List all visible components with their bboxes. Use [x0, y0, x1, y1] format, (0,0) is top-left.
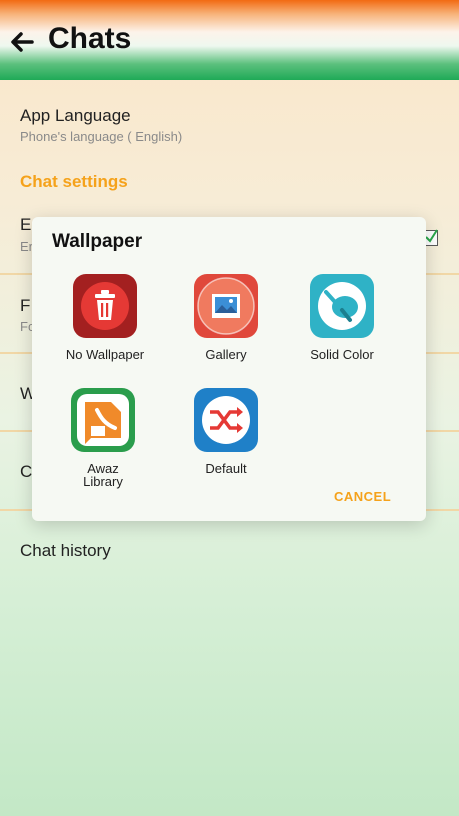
section-chat-settings: Chat settings	[20, 172, 128, 191]
back-arrow-icon[interactable]	[8, 28, 36, 56]
option-label: No Wallpaper	[65, 347, 145, 362]
cancel-button[interactable]: CANCEL	[334, 489, 391, 504]
shuffle-icon	[194, 388, 258, 452]
row-e-title[interactable]: E	[20, 215, 31, 235]
option-label: Default	[205, 461, 247, 476]
option-label: Gallery	[205, 347, 247, 362]
option-label: Solid Color	[310, 347, 374, 362]
option-gallery[interactable]: Gallery	[166, 274, 286, 374]
wallpaper-dialog: Wallpaper No Wallpaper Gallery Solid Col…	[32, 217, 426, 521]
header-bar: Chats	[0, 0, 459, 80]
row-c-title[interactable]: C	[20, 462, 32, 482]
awaz-library-icon	[71, 388, 135, 452]
option-no-wallpaper[interactable]: No Wallpaper	[45, 274, 165, 374]
gallery-icon	[194, 274, 258, 338]
trash-icon	[73, 274, 137, 338]
option-default[interactable]: Default	[166, 388, 286, 488]
palette-icon	[310, 274, 374, 338]
row-f-title[interactable]: F	[20, 296, 30, 316]
option-solid-color[interactable]: Solid Color	[282, 274, 402, 374]
app-language-subtitle: Phone's language ( English)	[20, 129, 183, 144]
dialog-title: Wallpaper	[52, 231, 143, 252]
page-title: Chats	[48, 22, 132, 55]
option-awaz-library[interactable]: Awaz Library	[43, 388, 163, 498]
chat-history-title[interactable]: Chat history	[20, 541, 111, 561]
option-label: Awaz Library	[83, 461, 123, 489]
app-language-title[interactable]: App Language	[20, 106, 131, 126]
